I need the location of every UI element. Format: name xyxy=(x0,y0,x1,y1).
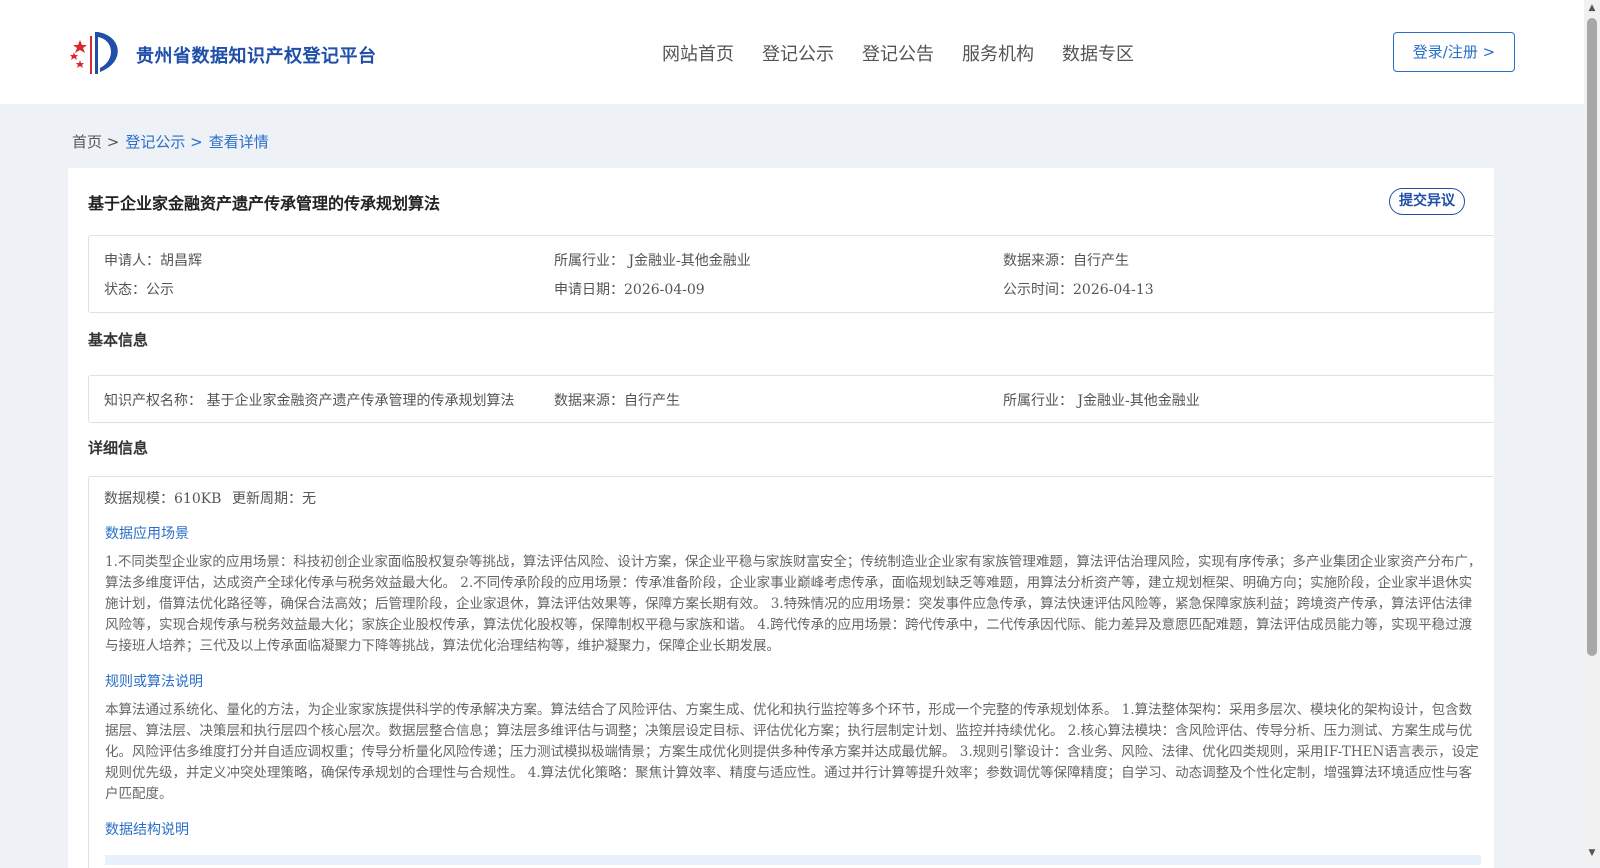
apply-date: 申请日期：2026-04-09 xyxy=(554,282,705,298)
summary-box: 申请人：胡昌辉 所属行业： J金融业-其他金融业 数据来源：自行产生 状态：公示… xyxy=(88,235,1494,313)
detail-info-box: 数据规模：610KB 更新周期：无 数据应用场景 1.不同类型企业家的应用场景：… xyxy=(88,476,1494,868)
application-scenario-title: 数据应用场景 xyxy=(105,526,189,542)
nav-service-agencies[interactable]: 服务机构 xyxy=(962,40,1034,66)
main-nav: 网站首页 登记公示 登记公告 服务机构 数据专区 xyxy=(662,40,1134,66)
data-structure-panel xyxy=(105,855,1481,865)
application-scenario-text: 1.不同类型企业家的应用场景：科技初创企业家面临股权复杂等挑战，算法评估风险、设… xyxy=(105,554,1482,654)
scroll-up-arrow-icon[interactable]: ▲ xyxy=(1584,0,1600,16)
update-cycle: 更新周期：无 xyxy=(232,491,316,507)
top-header: 贵州省数据知识产权登记平台 网站首页 登记公示 登记公告 服务机构 数据专区 登… xyxy=(0,0,1584,104)
breadcrumb-publicity[interactable]: 登记公示 > xyxy=(125,131,202,152)
detail-card: 基于企业家金融资产遗产传承管理的传承规划算法 提交异议 申请人：胡昌辉 所属行业… xyxy=(68,168,1494,868)
data-scale: 数据规模：610KB xyxy=(104,491,222,507)
page-title: 基于企业家金融资产遗产传承管理的传承规划算法 xyxy=(88,194,441,213)
publish-date: 公示时间：2026-04-13 xyxy=(1003,282,1154,298)
page-scrollbar[interactable]: ▲ ▼ xyxy=(1584,0,1600,861)
nav-data-zone[interactable]: 数据专区 xyxy=(1062,40,1134,66)
scroll-down-arrow-icon[interactable]: ▼ xyxy=(1584,845,1600,861)
basic-info-box: 知识产权名称： 基于企业家金融资产遗产传承管理的传承规划算法 数据来源：自行产生… xyxy=(88,375,1494,423)
basic-data-source: 数据来源：自行产生 xyxy=(554,393,680,409)
data-structure-title: 数据结构说明 xyxy=(105,822,189,838)
basic-info-heading: 基本信息 xyxy=(88,331,149,349)
applicant: 申请人：胡昌辉 xyxy=(104,253,202,269)
data-source: 数据来源：自行产生 xyxy=(1003,253,1129,269)
ip-name: 知识产权名称： 基于企业家金融资产遗产传承管理的传承规划算法 xyxy=(104,393,515,409)
breadcrumb: 首页 > 登记公示 > 查看详情 xyxy=(72,131,269,152)
algorithm-title: 规则或算法说明 xyxy=(105,674,203,690)
breadcrumb-current: 查看详情 xyxy=(208,133,269,151)
nav-registration-announcement[interactable]: 登记公告 xyxy=(862,40,934,66)
login-register-button[interactable]: 登录/注册 > xyxy=(1393,32,1515,72)
submit-objection-button[interactable]: 提交异议 xyxy=(1389,188,1465,215)
platform-logo-icon[interactable] xyxy=(70,28,130,78)
nav-registration-publicity[interactable]: 登记公示 xyxy=(762,40,834,66)
platform-name[interactable]: 贵州省数据知识产权登记平台 xyxy=(136,42,377,68)
basic-industry: 所属行业： J金融业-其他金融业 xyxy=(1003,393,1200,409)
detail-info-heading: 详细信息 xyxy=(88,439,149,457)
scrollbar-thumb[interactable] xyxy=(1587,18,1597,656)
industry: 所属行业： J金融业-其他金融业 xyxy=(554,253,751,269)
breadcrumb-home[interactable]: 首页 > xyxy=(72,131,119,152)
status: 状态：公示 xyxy=(104,282,174,298)
algorithm-text: 本算法通过系统化、量化的方法，为企业家家族提供科学的传承解决方案。算法结合了风险… xyxy=(105,702,1479,802)
nav-home[interactable]: 网站首页 xyxy=(662,40,734,66)
